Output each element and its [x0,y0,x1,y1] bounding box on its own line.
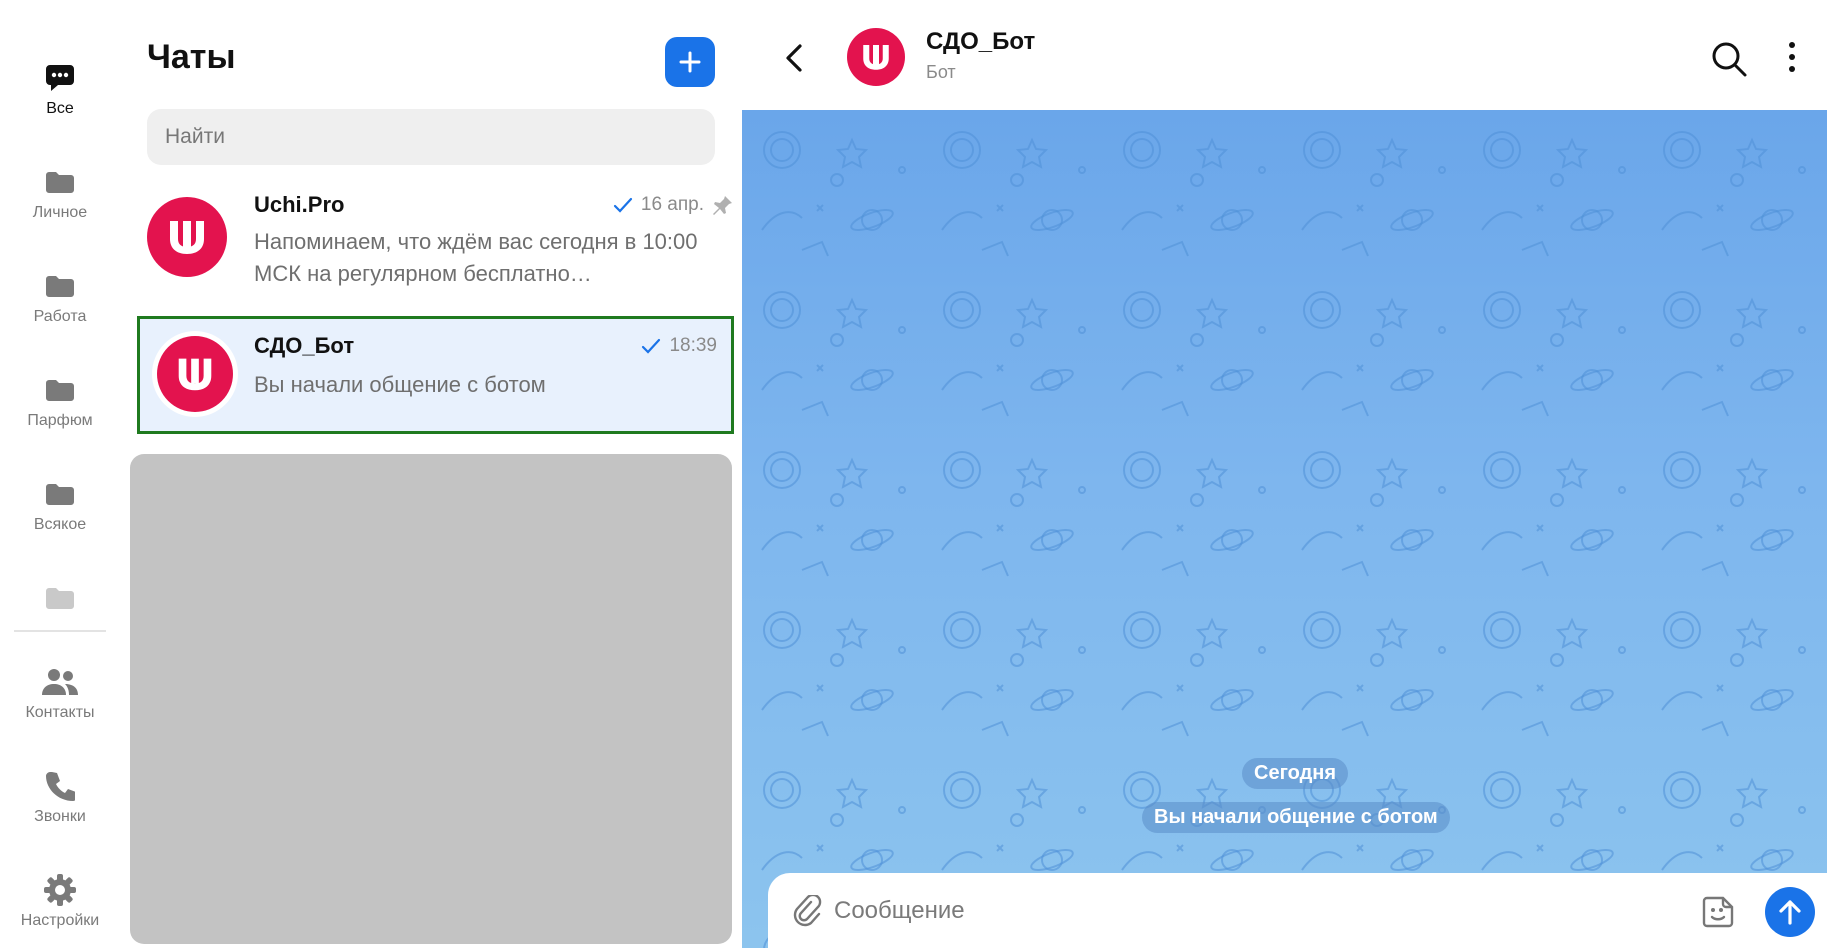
message-input[interactable] [834,887,1634,935]
more-vertical-icon[interactable] [1786,40,1798,74]
folder-rail: Все Личное Работа Парфюм Всякое Контакты… [0,0,120,948]
chat-list-title: Чаты [147,38,236,76]
conversation-title[interactable]: СДО_Бот [926,28,1035,56]
folder-misc[interactable]: Всякое [0,474,120,534]
folder-icon [40,266,80,306]
folder-work[interactable]: Работа [0,266,120,326]
uchi-logo-icon [863,45,889,70]
nav-label: Настройки [20,912,100,929]
uchi-logo-icon [178,358,212,391]
search-input[interactable] [147,109,715,165]
pin-icon [713,196,732,215]
chat-preview: Вы начали общение с ботом [254,372,546,397]
folder-label: Все [46,100,74,117]
chat-preview: Напоминаем, что ждём вас сегодня в 10:00… [254,229,698,286]
date-separator: Сегодня [1242,758,1349,789]
chat-list-panel: Чаты Uchi.Pro 16 апр. Напоминаем, что жд… [120,0,742,948]
folder-perfume[interactable]: Парфюм [0,370,120,430]
back-arrow-icon[interactable] [780,42,808,74]
nav-contacts[interactable]: Контакты [0,662,120,722]
folder-label: Всякое [33,516,87,533]
rail-divider [14,630,106,632]
folder-label: Работа [33,308,87,325]
nav-label: Звонки [34,808,86,825]
chat-meta: 18:39 [641,335,717,357]
avatar [157,336,233,412]
gear-icon [40,870,80,910]
read-check-icon [613,197,632,213]
folder-icon [40,370,80,410]
avatar [147,197,227,277]
message-composer [768,873,1827,948]
chat-date: 16 апр. [640,194,704,215]
folder-all[interactable]: Все [0,58,120,118]
chat-bubble-icon [40,58,80,98]
chat-date: 18:39 [669,335,717,356]
messenger-app: Все Личное Работа Парфюм Всякое Контакты… [0,0,1827,948]
plus-icon [679,51,701,73]
avatar[interactable] [847,28,905,86]
nav-label: Контакты [25,704,95,721]
folder-icon [40,162,80,202]
conversation-panel: СДО_Бот Бот Сегодня Вы начали общение с … [742,0,1827,948]
folder-label: Личное [32,204,88,221]
conversation-subtitle: Бот [926,62,956,82]
read-check-icon [642,338,661,354]
chat-item-uchi-pro[interactable]: Uchi.Pro 16 апр. Напоминаем, что ждём ва… [137,180,734,298]
attach-icon[interactable] [792,895,822,927]
nav-settings[interactable]: Настройки [0,870,120,930]
chat-wallpaper: Сегодня Вы начали общение с ботом [742,110,1827,948]
nav-calls[interactable]: Звонки [0,766,120,826]
folder-icon [40,578,80,618]
contacts-icon [40,662,80,702]
chat-item-sdo-bot[interactable]: СДО_Бот 18:39 Вы начали общение с ботом [137,316,734,434]
folder-unnamed[interactable] [0,578,120,618]
phone-icon [40,766,80,806]
folder-personal[interactable]: Личное [0,162,120,222]
folder-label: Парфюм [27,412,93,429]
send-button[interactable] [1765,887,1815,937]
chat-list-placeholder [130,454,732,944]
new-chat-button[interactable] [665,37,715,87]
service-message: Вы начали общение с ботом [1142,802,1450,833]
uchi-logo-icon [170,221,204,254]
sticker-icon[interactable] [1701,895,1735,929]
chat-meta: 16 апр. [613,194,734,216]
chat-name: СДО_Бот [254,333,355,358]
arrow-up-icon [1779,900,1801,925]
chat-name: Uchi.Pro [254,192,345,217]
folder-icon [40,474,80,514]
search-icon[interactable] [1710,40,1748,78]
conversation-header: СДО_Бот Бот [742,0,1827,110]
